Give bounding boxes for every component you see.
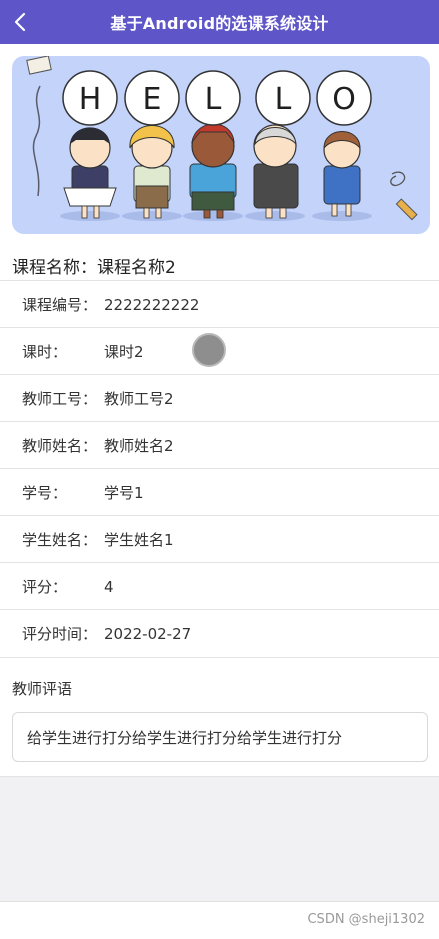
back-button[interactable] (0, 0, 40, 44)
course-name-value: 课程名称2 (97, 257, 176, 278)
teacher-comment-text: 给学生进行打分给学生进行打分给学生进行打分 (27, 728, 343, 747)
svg-text:O: O (332, 82, 356, 117)
banner-section: H E L L O (0, 44, 439, 244)
touch-indicator (192, 333, 226, 367)
letter-l-1: L (185, 70, 241, 126)
svg-text:H: H (79, 82, 102, 117)
field-row-course-code: 课程编号： 2222222222 (0, 280, 439, 328)
app-root: 基于Android的选课系统设计 H E L L O 课程名称： 课程名称2 课… (0, 0, 439, 939)
field-label: 学号： (22, 484, 68, 502)
field-label: 教师姓名： (22, 437, 98, 455)
course-detail-card: 课程名称： 课程名称2 课程编号： 2222222222 课时： 课时2 教师工… (0, 244, 439, 777)
page-title: 基于Android的选课系统设计 (110, 14, 329, 33)
field-label: 评分时间： (22, 625, 98, 643)
field-value: 学生姓名1 (104, 531, 174, 549)
field-value: 2222222222 (104, 295, 200, 314)
course-name-line: 课程名称： 课程名称2 (12, 250, 176, 280)
field-row-student-id: 学号： 学号1 (0, 468, 439, 516)
letter-o: O (316, 70, 372, 126)
field-value: 学号1 (104, 484, 144, 502)
field-value: 教师工号2 (104, 390, 174, 408)
chevron-left-icon (14, 12, 26, 32)
field-value: 教师姓名2 (104, 437, 174, 455)
field-label: 学生姓名： (22, 531, 98, 549)
course-name-label: 课程名称： (12, 257, 97, 278)
field-row-score-time: 评分时间： 2022-02-27 (0, 609, 439, 658)
field-value: 课时2 (104, 343, 144, 361)
header-bar: 基于Android的选课系统设计 (0, 0, 439, 44)
letter-l-2: L (255, 70, 311, 126)
field-row-teacher-name: 教师姓名： 教师姓名2 (0, 421, 439, 469)
field-label: 评分： (22, 578, 68, 596)
field-label: 教师工号： (22, 390, 98, 408)
field-row-teacher-id: 教师工号： 教师工号2 (0, 374, 439, 422)
field-row-score: 评分： 4 (0, 562, 439, 610)
field-value: 4 (104, 577, 114, 596)
field-value: 2022-02-27 (104, 624, 192, 643)
bottom-bar: CSDN @sheji1302 (0, 901, 439, 939)
field-label: 课时： (22, 343, 68, 361)
letter-e: E (124, 70, 180, 126)
hello-banner-image: H E L L O (12, 56, 430, 234)
letter-h: H (62, 70, 118, 126)
field-label: 课程编号： (22, 296, 98, 314)
teacher-comment-field[interactable]: 给学生进行打分给学生进行打分给学生进行打分 (12, 712, 428, 762)
svg-text:L: L (275, 82, 292, 117)
svg-text:L: L (205, 82, 222, 117)
teacher-comment-label: 教师评语 (12, 680, 73, 698)
field-row-student-name: 学生姓名： 学生姓名1 (0, 515, 439, 563)
csdn-watermark: CSDN @sheji1302 (307, 912, 425, 927)
svg-text:E: E (143, 82, 162, 117)
